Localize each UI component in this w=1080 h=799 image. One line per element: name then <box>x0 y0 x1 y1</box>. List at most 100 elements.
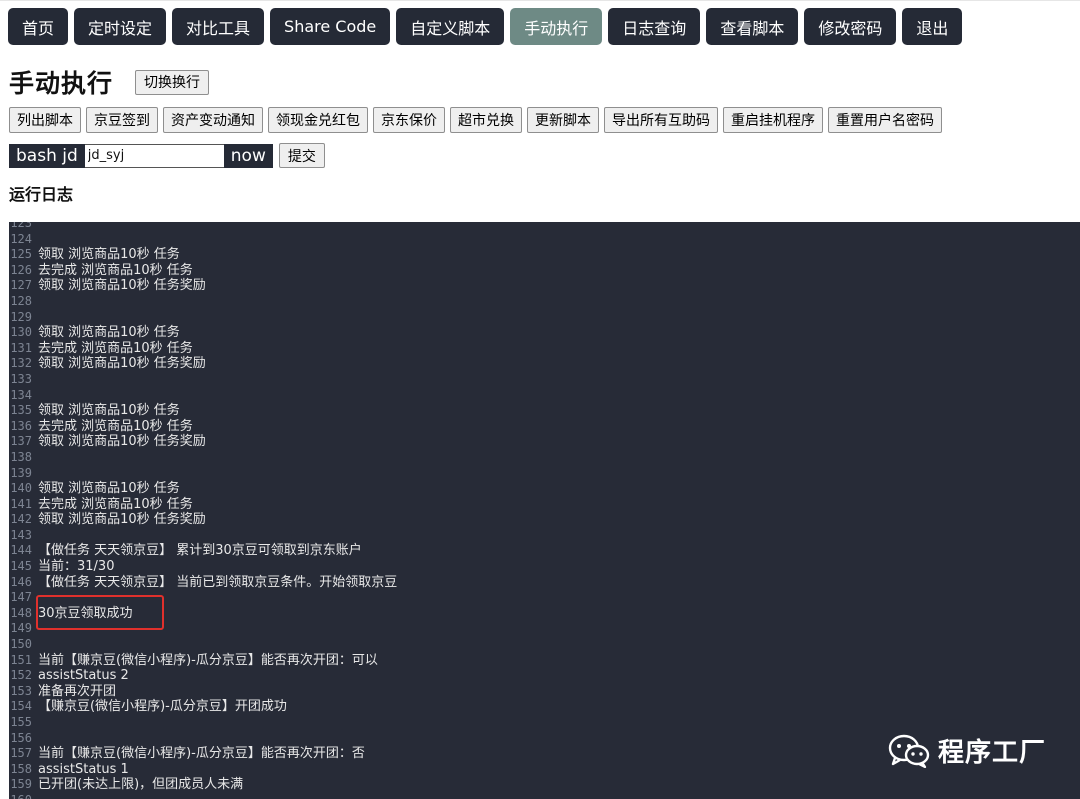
log-line-text: 【做任务 天天领京豆】 当前已到领取京豆条件。开始领取京豆 <box>38 574 398 590</box>
log-line-text: 领取 浏览商品10秒 任务 <box>38 325 180 341</box>
log-line-text: 去完成 浏览商品10秒 任务 <box>38 262 193 278</box>
log-line: 134 <box>9 388 1080 404</box>
log-line: 150 <box>9 637 1080 653</box>
log-line: 152 assistStatus 2 <box>9 668 1080 684</box>
nav-custom-script-button[interactable]: 自定义脚本 <box>396 8 505 45</box>
list-scripts-button[interactable]: 列出脚本 <box>9 107 81 133</box>
log-line-number: 142 <box>10 512 32 527</box>
log-line-number: 124 <box>10 231 32 246</box>
log-line-text: 领取 浏览商品10秒 任务奖励 <box>38 512 206 528</box>
log-line: 132 领取 浏览商品10秒 任务奖励 <box>9 356 1080 372</box>
log-line: 138 <box>9 450 1080 466</box>
log-line-number: 135 <box>10 403 32 418</box>
log-line: 155 <box>9 715 1080 731</box>
log-line-number: 136 <box>10 418 32 433</box>
log-line: 151 当前【赚京豆(微信小程序)-瓜分京豆】能否再次开团：可以 <box>9 653 1080 669</box>
log-line-number: 138 <box>10 449 32 464</box>
log-line-number: 152 <box>10 668 32 683</box>
submit-button[interactable]: 提交 <box>278 143 325 168</box>
log-line: 148 30京豆领取成功 <box>9 606 1080 622</box>
top-nav: 首页 定时设定 对比工具 Share Code 自定义脚本 手动执行 日志查询 … <box>8 8 963 45</box>
log-line: 149 <box>9 621 1080 637</box>
log-line: 139 <box>9 466 1080 482</box>
watermark-text: 程序工厂 <box>938 738 1047 768</box>
update-scripts-button[interactable]: 更新脚本 <box>527 107 599 133</box>
log-panel[interactable]: 123 124 125 领取 浏览商品10秒 任务 126 去完成 浏览商品10秒 任务 1… <box>9 222 1080 799</box>
script-name-input[interactable] <box>84 143 224 168</box>
wechat-icon <box>888 734 930 768</box>
command-row: bash jd now 提交 <box>9 143 325 168</box>
log-line-number: 139 <box>10 465 32 480</box>
nav-log-query-button[interactable]: 日志查询 <box>608 8 701 45</box>
log-line-number: 157 <box>10 746 32 761</box>
nav-manual-run-button[interactable]: 手动执行 <box>510 8 603 45</box>
log-line-number: 140 <box>10 481 32 496</box>
log-line: 142 领取 浏览商品10秒 任务奖励 <box>9 512 1080 528</box>
log-line-text: 领取 浏览商品10秒 任务奖励 <box>38 278 206 294</box>
page-title: 手动执行 <box>9 69 114 98</box>
log-line-text: 领取 浏览商品10秒 任务 <box>38 247 180 263</box>
bean-signin-button[interactable]: 京豆签到 <box>86 107 158 133</box>
nav-schedule-button[interactable]: 定时设定 <box>74 8 167 45</box>
cash-redpacket-button[interactable]: 领现金兑红包 <box>268 107 368 133</box>
log-line-number: 125 <box>10 247 32 262</box>
log-line-number: 144 <box>10 543 32 558</box>
command-suffix-label: now <box>223 143 273 168</box>
log-line-number: 133 <box>10 371 32 386</box>
log-line-number: 149 <box>10 621 32 636</box>
log-line-text: assistStatus 1 <box>38 761 129 777</box>
title-row: 手动执行 切换换行 <box>9 64 210 100</box>
log-line: 159 已开团(未达上限)，但团成员人未满 <box>9 777 1080 793</box>
top-border <box>0 0 1080 4</box>
log-line-number: 146 <box>10 574 32 589</box>
log-line-text: 当前【赚京豆(微信小程序)-瓜分京豆】能否再次开团：否 <box>38 746 365 762</box>
log-line: 160 <box>9 793 1080 799</box>
log-line-number: 128 <box>10 293 32 308</box>
log-line: 153 准备再次开团 <box>9 684 1080 700</box>
log-line-number: 143 <box>10 527 32 542</box>
log-line: 124 <box>9 232 1080 248</box>
nav-compare-button[interactable]: 对比工具 <box>172 8 265 45</box>
log-line-number: 159 <box>10 777 32 792</box>
nav-share-code-button[interactable]: Share Code <box>270 8 391 45</box>
log-line-number: 126 <box>10 262 32 277</box>
watermark: 程序工厂 <box>888 732 1046 769</box>
log-line: 147 <box>9 590 1080 606</box>
log-line: 140 领取 浏览商品10秒 任务 <box>9 481 1080 497</box>
command-prefix-label: bash jd <box>9 143 85 168</box>
log-line-text: 当前：31/30 <box>38 559 115 575</box>
log-line-number: 137 <box>10 434 32 449</box>
log-line: 125 领取 浏览商品10秒 任务 <box>9 247 1080 263</box>
restart-program-button[interactable]: 重启挂机程序 <box>723 107 823 133</box>
nav-view-script-button[interactable]: 查看脚本 <box>706 8 799 45</box>
nav-change-password-button[interactable]: 修改密码 <box>804 8 897 45</box>
log-line-text: assistStatus 2 <box>38 668 129 684</box>
nav-home-button[interactable]: 首页 <box>8 8 69 45</box>
log-line-number: 141 <box>10 496 32 511</box>
log-lines: 123 124 125 领取 浏览商品10秒 任务 126 去完成 浏览商品10秒 任务 1… <box>9 222 1080 799</box>
log-line-text: 已开团(未达上限)，但团成员人未满 <box>38 777 244 793</box>
log-line: 137 领取 浏览商品10秒 任务奖励 <box>9 434 1080 450</box>
log-title: 运行日志 <box>9 185 74 204</box>
log-line: 126 去完成 浏览商品10秒 任务 <box>9 263 1080 279</box>
log-line-number: 132 <box>10 356 32 371</box>
reset-credentials-button[interactable]: 重置用户名密码 <box>828 107 942 133</box>
asset-change-notify-button[interactable]: 资产变动通知 <box>163 107 263 133</box>
log-line-number: 155 <box>10 715 32 729</box>
log-line-number: 129 <box>10 309 32 324</box>
log-line-number: 134 <box>10 387 32 402</box>
toggle-wrap-button[interactable]: 切换换行 <box>135 69 210 95</box>
log-line-text: 当前【赚京豆(微信小程序)-瓜分京豆】能否再次开团：可以 <box>38 652 378 668</box>
log-line: 144 【做任务 天天领京豆】 累计到30京豆可领取到京东账户 <box>9 543 1080 559</box>
log-line-text: 【赚京豆(微信小程序)-瓜分京豆】开团成功 <box>38 699 287 715</box>
nav-logout-button[interactable]: 退出 <box>902 8 963 45</box>
log-line-number: 130 <box>10 325 32 340</box>
log-line-number: 158 <box>10 761 32 776</box>
market-exchange-button[interactable]: 超市兑换 <box>450 107 522 133</box>
log-line: 131 去完成 浏览商品10秒 任务 <box>9 341 1080 357</box>
log-line-number: 148 <box>10 605 32 620</box>
log-line: 143 <box>9 528 1080 544</box>
export-share-codes-button[interactable]: 导出所有互助码 <box>604 107 718 133</box>
price-protect-button[interactable]: 京东保价 <box>373 107 445 133</box>
log-line-number: 150 <box>10 637 32 652</box>
